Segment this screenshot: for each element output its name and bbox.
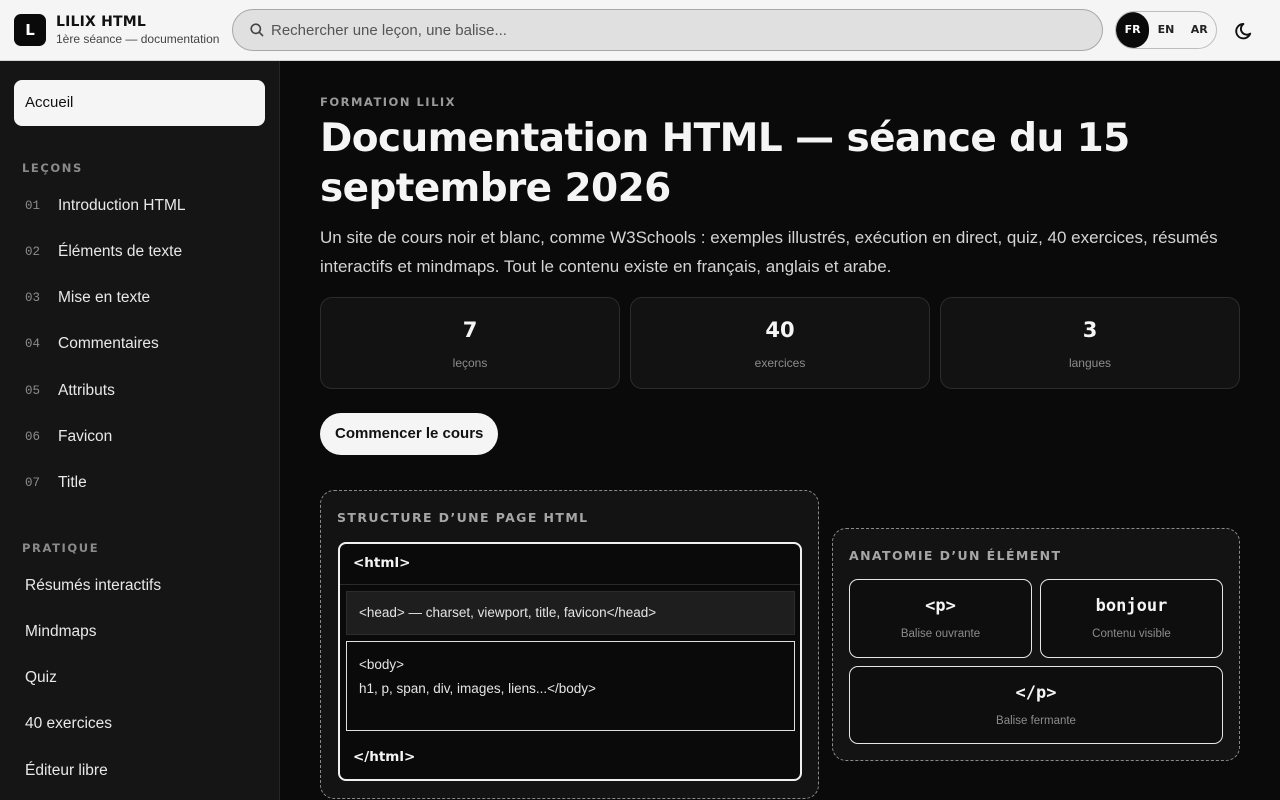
brand-subtitle: 1ère séance — documentation [56,32,220,46]
lesson-number: 07 [25,476,41,490]
divider [340,584,800,585]
moon-icon[interactable] [1229,14,1261,46]
search-input[interactable] [271,10,1091,50]
sidebar-item-mindmaps[interactable]: Mindmaps [14,612,265,652]
body-line-1: <body> [359,657,405,672]
lesson-number: 05 [25,384,41,398]
sidebar-item-summaries[interactable]: Résumés interactifs [14,566,265,606]
top-bar: L LILIX HTML 1ère séance — documentation… [0,0,1280,61]
search-bar[interactable] [232,9,1103,51]
stat-label: langues [1068,356,1112,370]
anatomy-label: Contenu visible [1092,628,1171,640]
logo[interactable]: L [14,14,46,46]
html-structure-panel: STRUCTURE D’UNE PAGE HTML <html> <head> … [320,490,819,799]
sidebar-lesson-06[interactable]: 06 Favicon [14,417,265,457]
page-title: Documentation HTML — séance du 15 septem… [320,116,1130,211]
sidebar-lesson-03[interactable]: 03 Mise en texte [14,278,265,318]
stat-card-exercises: 40 exercices [630,297,930,389]
lesson-number: 04 [25,337,41,351]
panel-title: STRUCTURE D’UNE PAGE HTML [337,510,589,525]
stat-label: exercices [754,356,806,370]
anatomy-label: Balise ouvrante [900,628,981,640]
practice-section-title: PRATIQUE [22,541,100,555]
sidebar-item-exercises[interactable]: 40 exercices [14,704,265,744]
body-line-2: h1, p, span, div, images, liens...</body… [359,681,596,696]
element-anatomy-panel: ANATOMIE D’UN ÉLÉMENT <p> Balise ouvrant… [832,528,1240,761]
sidebar-lesson-01[interactable]: 01 Introduction HTML [14,186,265,226]
lessons-section-title: LEÇONS [22,161,83,175]
anatomy-card-content: bonjour Contenu visible [1040,579,1223,658]
anatomy-label: Balise fermante [996,715,1076,727]
sidebar-item-home[interactable]: Accueil [14,80,265,126]
lesson-label: Introduction HTML [58,197,186,214]
stat-value: 40 [765,318,795,342]
html-close-tag: </html> [353,749,416,765]
lesson-number: 02 [25,245,41,259]
sidebar: Accueil LEÇONS 01 Introduction HTML 02 É… [0,61,280,800]
brand-name: LILIX HTML [56,14,147,30]
lang-ar-button[interactable]: AR [1183,12,1216,48]
lesson-label: Favicon [58,428,113,445]
anatomy-code: <p> [925,596,956,616]
stat-card-languages: 3 langues [940,297,1240,389]
anatomy-code: </p> [1015,683,1057,703]
sidebar-item-editor[interactable]: Éditeur libre [14,751,265,791]
lesson-number: 06 [25,430,41,444]
html-open-tag: <html> [353,555,411,571]
intro-text: Un site de cours noir et blanc, comme W3… [320,228,1218,276]
lang-en-button[interactable]: EN [1149,12,1182,48]
lesson-number: 03 [25,291,41,305]
sidebar-lesson-02[interactable]: 02 Éléments de texte [14,232,265,272]
main-content: FORMATION LILIX Documentation HTML — séa… [280,61,1280,800]
anatomy-code: bonjour [1095,596,1168,616]
sidebar-lesson-07[interactable]: 07 Title [14,463,265,503]
lang-fr-button[interactable]: FR [1116,12,1150,48]
head-section: <head> — charset, viewport, title, favic… [346,591,795,635]
panel-title: ANATOMIE D’UN ÉLÉMENT [849,548,1062,563]
lesson-label: Attributs [58,382,115,399]
lesson-label: Commentaires [58,335,159,352]
stat-value: 3 [1082,318,1098,342]
sidebar-item-quiz[interactable]: Quiz [14,658,265,698]
lesson-label: Éléments de texte [58,243,183,260]
anatomy-card-opening-tag: <p> Balise ouvrante [849,579,1032,658]
language-switcher: FR EN AR [1115,11,1217,49]
search-icon [250,23,264,37]
stat-label: leçons [452,356,488,370]
eyebrow: FORMATION LILIX [320,95,457,109]
body-section: <body> h1, p, span, div, images, liens..… [346,641,795,731]
lesson-number: 01 [25,199,41,213]
sidebar-lesson-04[interactable]: 04 Commentaires [14,324,265,364]
stat-card-lessons: 7 leçons [320,297,620,389]
html-structure-diagram: <html> <head> — charset, viewport, title… [338,542,802,781]
lesson-label: Title [58,474,87,491]
lesson-label: Mise en texte [58,289,151,306]
stat-value: 7 [462,318,478,342]
start-course-button[interactable]: Commencer le cours [320,413,499,455]
anatomy-card-closing-tag: </p> Balise fermante [849,666,1223,744]
sidebar-lesson-05[interactable]: 05 Attributs [14,371,265,411]
